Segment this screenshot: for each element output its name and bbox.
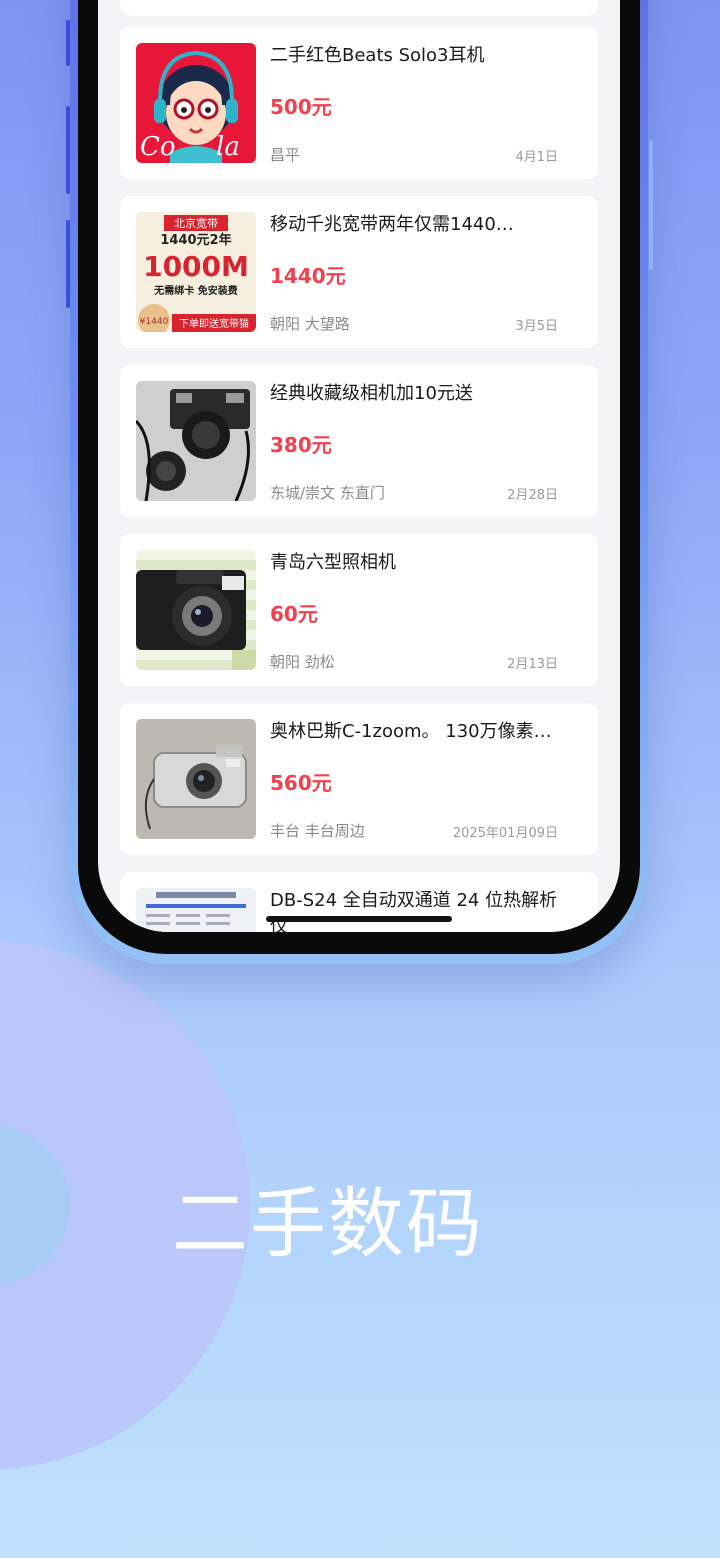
listing-date: 2月13日 (507, 657, 558, 672)
listing-title: 移动千兆宽带两年仅需1440… (270, 214, 514, 235)
listing-location: 丰台 丰台周边 (270, 822, 365, 840)
olympus-camera-image (136, 719, 256, 839)
rangefinder-camera-image (136, 381, 256, 501)
listing-title: DB-S24 全自动双通道 24 位热解析仪 (270, 890, 558, 932)
listing-date: 2025年01月09日 (452, 826, 558, 841)
listing-date: 3月5日 (515, 319, 558, 334)
previous-card-edge (120, 0, 598, 16)
listing-location: 东城/崇文 东直门 (270, 484, 385, 502)
listing-card[interactable]: DB-S24 全自动双通道 24 位热解析仪 (120, 872, 598, 932)
listing-card[interactable]: 奥林巴斯C-1zoom。 130万像素… 560元 丰台 丰台周边 2025年0… (120, 703, 598, 855)
listing-location: 昌平 (270, 146, 301, 164)
svg-text:la: la (216, 132, 240, 162)
volume-down-button (66, 106, 70, 194)
listing-price: 60元 (270, 602, 318, 626)
listing-title: 二手红色Beats Solo3耳机 (270, 45, 485, 66)
volume-up-button (66, 20, 70, 66)
listing-card[interactable]: 青岛六型照相机 60元 朝阳 劲松 2月13日 (120, 534, 598, 686)
listing-title: 青岛六型照相机 (270, 552, 396, 573)
listing-date: 4月1日 (515, 150, 558, 165)
device-manual-image (136, 888, 256, 932)
home-indicator (266, 916, 452, 922)
cartoon-headphones-image: Co la (136, 43, 256, 163)
ad-line1: 北京宽带 (174, 216, 218, 230)
listing-date: 2月28日 (507, 488, 558, 503)
svg-text:Co: Co (140, 132, 176, 162)
promo-page: Co la 二手红色Beats Solo3耳机 500元 昌平 4月1日 北京宽… (0, 0, 720, 1558)
phone-screen: Co la 二手红色Beats Solo3耳机 500元 昌平 4月1日 北京宽… (98, 0, 620, 932)
listing-location: 朝阳 劲松 (270, 653, 335, 671)
qingdao-camera-image (136, 550, 256, 670)
listing-price: 380元 (270, 433, 332, 457)
ad-line2: 1440元2年 (160, 232, 231, 248)
listing-title: 经典收藏级相机加10元送 (270, 383, 473, 404)
ad-line4: 无需绑卡 免安装费 (153, 284, 237, 297)
ad-badge: ¥1440 (140, 317, 169, 327)
ad-line5: 下单即送宽带猫 (179, 317, 249, 330)
silent-switch (66, 220, 70, 308)
listing-price: 500元 (270, 95, 332, 119)
listing-location: 朝阳 大望路 (270, 315, 350, 333)
listing-price: 560元 (270, 771, 332, 795)
listing-card[interactable]: 经典收藏级相机加10元送 380元 东城/崇文 东直门 2月28日 (120, 365, 598, 517)
listing-card[interactable]: Co la 二手红色Beats Solo3耳机 500元 昌平 4月1日 (120, 27, 598, 179)
promo-caption: 二手数码 (172, 1179, 484, 1268)
listing-price: 1440元 (270, 264, 346, 288)
listing-title: 奥林巴斯C-1zoom。 130万像素… (270, 721, 552, 742)
ad-line3: 1000M (143, 250, 249, 283)
power-button (649, 140, 653, 270)
broadband-ad-image: 北京宽带 1440元2年 1000M 无需绑卡 免安装费 下单即送宽带猫 ¥14… (136, 212, 256, 332)
listing-card[interactable]: 北京宽带 1440元2年 1000M 无需绑卡 免安装费 下单即送宽带猫 ¥14… (120, 196, 598, 348)
